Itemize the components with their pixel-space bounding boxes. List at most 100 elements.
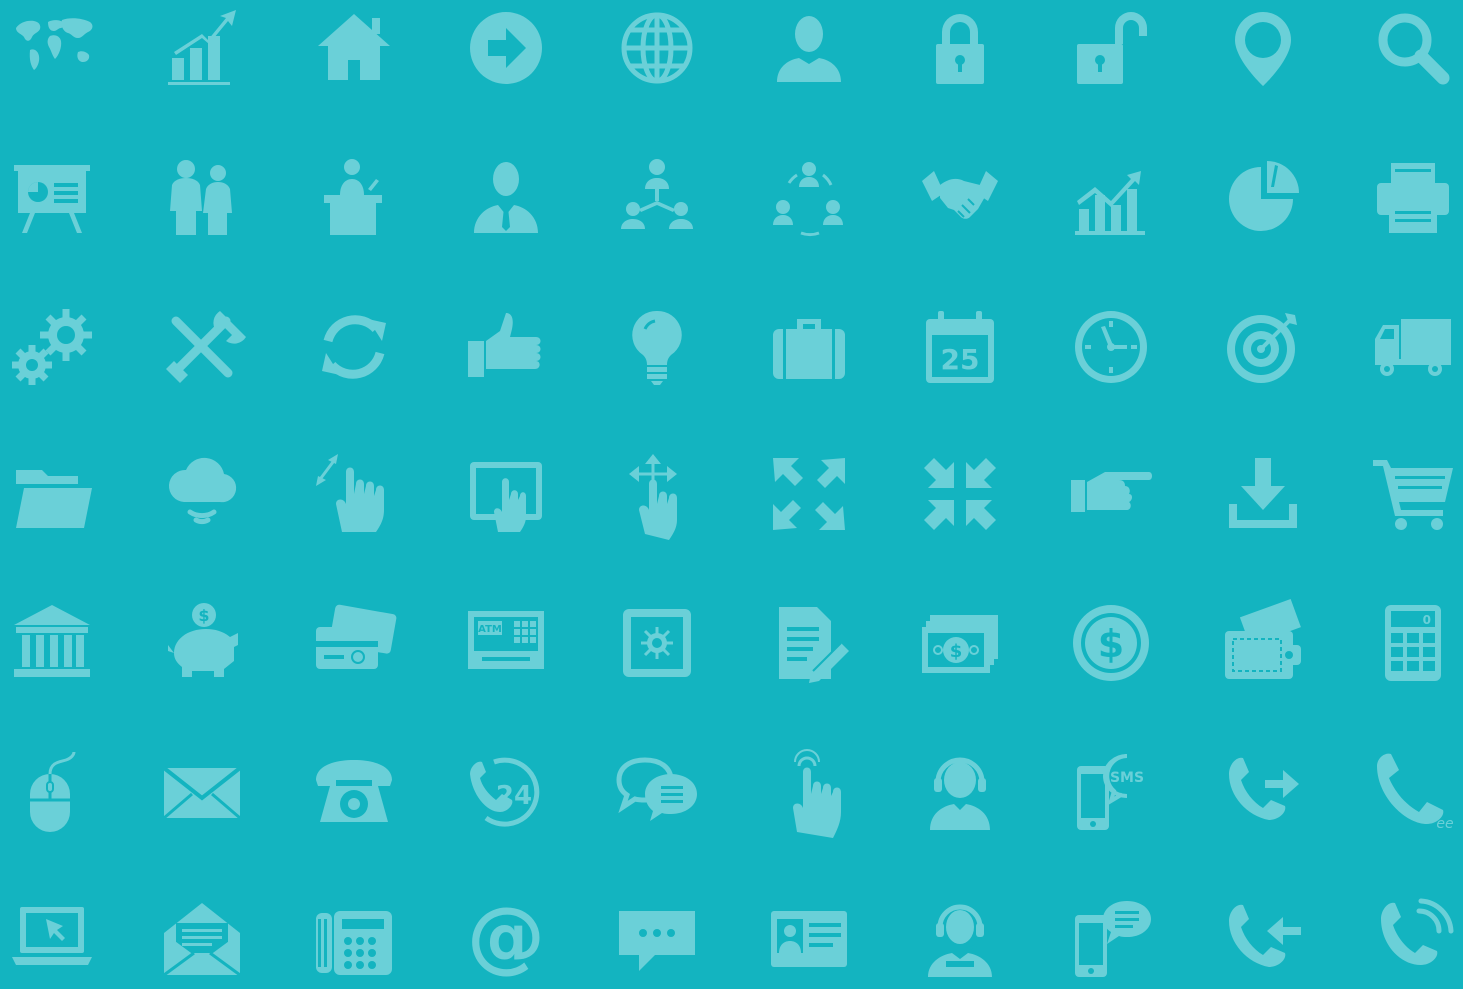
speech-bubble-icon	[607, 889, 707, 989]
gears-icon	[2, 297, 102, 397]
phone-ringing-icon	[1363, 889, 1463, 989]
org-hierarchy-icon	[607, 147, 707, 247]
wallet-icon-graphic	[1225, 598, 1301, 679]
drag-gesture-icon	[607, 444, 707, 544]
call-forward-icon	[1213, 742, 1313, 842]
atm-icon: ATM	[456, 593, 556, 693]
user-icon	[759, 0, 859, 98]
world-map-icon-graphic	[16, 18, 93, 70]
user-icon-graphic	[777, 16, 841, 82]
folder-icon	[2, 444, 102, 544]
search-icon	[1363, 0, 1463, 98]
rotary-phone-icon	[304, 742, 404, 842]
phone-receiver-icon-graphic: ee	[1377, 753, 1454, 832]
pie-chart-icon	[1213, 147, 1313, 247]
sms-label: SMS	[1110, 770, 1144, 786]
lock-icon-graphic	[936, 14, 984, 84]
pointing-hand-icon-graphic	[1071, 472, 1152, 512]
speaker-podium-icon-graphic	[324, 159, 382, 235]
dollar-coin-icon-graphic: $	[1073, 605, 1149, 681]
growth-chart-icon	[152, 0, 252, 98]
world-map-icon	[2, 0, 102, 98]
shopping-cart-icon	[1363, 444, 1463, 544]
envelope-icon	[152, 742, 252, 842]
piggy-bank-icon-graphic: $	[168, 603, 238, 677]
businessman-icon	[456, 147, 556, 247]
at-sign-icon: @	[456, 889, 556, 989]
tablet-touch-icon	[456, 444, 556, 544]
expand-icon-graphic	[773, 458, 845, 530]
unlock-icon-graphic	[1077, 12, 1147, 84]
mobile-chat-icon-graphic	[1075, 901, 1151, 977]
map-pin-icon	[1213, 0, 1313, 98]
credit-cards-icon	[304, 593, 404, 693]
target-icon-graphic	[1227, 313, 1297, 383]
sms-phone-icon-graphic: SMS	[1077, 754, 1144, 830]
dollar-coin-icon: $	[1061, 593, 1161, 693]
fax-phone-icon	[304, 889, 404, 989]
trend-chart-icon-graphic	[1075, 171, 1145, 235]
chat-bubbles-icon-graphic	[616, 757, 697, 821]
globe-icon	[607, 0, 707, 98]
headset-agent-icon	[910, 889, 1010, 989]
safe-icon	[607, 593, 707, 693]
speaker-podium-icon	[304, 147, 404, 247]
target-icon	[1213, 297, 1313, 397]
chat-bubbles-icon	[607, 742, 707, 842]
laptop-icon-graphic	[12, 907, 92, 965]
wallet-icon	[1213, 593, 1313, 693]
collapse-icon-graphic	[924, 458, 996, 530]
safe-icon-graphic	[623, 609, 691, 677]
briefcase-icon-graphic	[773, 319, 845, 379]
team-cycle-icon-graphic	[773, 162, 843, 237]
folder-icon-graphic	[16, 470, 92, 528]
call-center-agent-icon	[910, 742, 1010, 842]
piggy-bank-icon: $	[152, 593, 252, 693]
gears-icon-graphic	[12, 309, 92, 385]
call-incoming-icon-graphic	[1229, 904, 1301, 967]
truck-icon-graphic	[1375, 319, 1451, 376]
pointing-hand-icon	[1061, 444, 1161, 544]
credit-cards-icon-graphic	[316, 604, 397, 669]
laptop-icon	[2, 889, 102, 989]
calculator-icon-graphic: 0	[1385, 605, 1441, 681]
trend-chart-icon	[1061, 147, 1161, 247]
mouse-trail-label: ee	[1436, 816, 1453, 832]
speech-bubble-icon-graphic	[619, 911, 695, 971]
tools-icon	[152, 297, 252, 397]
envelope-icon-graphic	[162, 766, 242, 820]
collapse-icon	[910, 444, 1010, 544]
support-24-icon-graphic: 24	[470, 757, 540, 827]
id-card-icon	[759, 889, 859, 989]
atm-label: ATM	[478, 624, 502, 635]
refresh-icon-graphic	[322, 315, 386, 379]
home-icon	[304, 0, 404, 98]
thumbs-up-icon-graphic	[468, 313, 541, 377]
growth-chart-icon-graphic	[168, 10, 236, 85]
support-24-icon: 24	[456, 742, 556, 842]
open-envelope-icon	[152, 889, 252, 989]
banknotes-icon: $	[910, 593, 1010, 693]
at-sign-glyph: @	[467, 892, 545, 982]
download-icon-graphic	[1229, 458, 1297, 528]
phone-ringing-icon-graphic	[1381, 898, 1454, 965]
document-sign-icon-graphic	[779, 607, 849, 683]
presentation-board-icon	[2, 147, 102, 247]
banknotes-icon-graphic: $	[922, 615, 998, 673]
open-envelope-icon-graphic	[163, 903, 241, 977]
download-icon	[1213, 444, 1313, 544]
thumbs-up-icon	[456, 297, 556, 397]
map-pin-icon-graphic	[1235, 12, 1291, 86]
search-icon-graphic	[1378, 13, 1450, 85]
document-sign-icon	[759, 593, 859, 693]
business-team-icon-graphic	[170, 160, 232, 235]
bank-icon-graphic	[14, 605, 90, 677]
arrow-right-circle-icon	[456, 0, 556, 98]
fax-phone-icon-graphic	[316, 911, 392, 975]
banknote-symbol: $	[950, 641, 963, 662]
team-cycle-icon	[759, 147, 859, 247]
lightbulb-icon-graphic	[632, 310, 682, 385]
handshake-icon	[910, 147, 1010, 247]
atm-icon-graphic: ATM	[468, 611, 544, 669]
handshake-icon-graphic	[922, 171, 998, 219]
